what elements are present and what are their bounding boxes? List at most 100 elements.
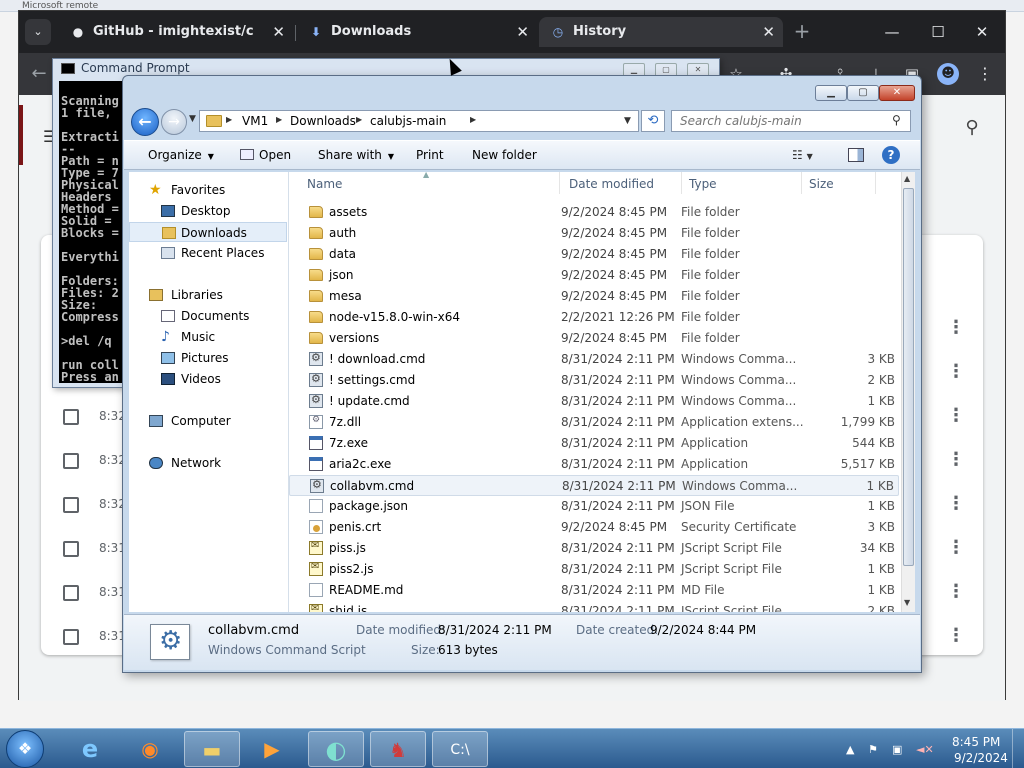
chevron-right-icon[interactable]: ▶ (470, 115, 476, 124)
scroll-up-icon[interactable]: ▲ (904, 174, 910, 183)
minimize-icon[interactable]: — (869, 17, 915, 47)
nav-desktop[interactable]: Desktop (129, 201, 287, 221)
file-row[interactable]: 7z.exe 8/31/2024 2:11 PM Application 544 KB (289, 433, 899, 454)
file-row[interactable]: collabvm.cmd 8/31/2024 2:11 PM Windows Com… (289, 475, 899, 496)
chevron-right-icon[interactable]: ▶ (276, 115, 282, 124)
file-row[interactable]: mesa 9/2/2024 8:45 PM File folder (289, 286, 899, 307)
row-checkbox[interactable] (63, 585, 79, 601)
column-divider[interactable] (801, 172, 802, 194)
minimize-icon[interactable]: ▁ (815, 85, 847, 101)
file-row[interactable]: shid.js 8/31/2024 2:11 PM JScript Script F… (289, 601, 899, 612)
breadcrumb-vm1[interactable]: VM1 (242, 114, 268, 128)
more-icon[interactable]: ⋮ (947, 405, 965, 426)
row-checkbox[interactable] (63, 409, 79, 425)
organize-button[interactable]: Organize ▼ (148, 148, 214, 162)
vertical-scrollbar[interactable]: ▲ ▼ (901, 172, 915, 612)
nav-recent-places[interactable]: Recent Places (129, 243, 287, 263)
share-with-button[interactable]: Share with ▼ (318, 148, 394, 162)
firefox-icon[interactable]: ◉ (122, 731, 178, 767)
back-arrow-icon[interactable]: ← (27, 63, 51, 87)
explorer-folder-icon[interactable]: ▬ (184, 731, 240, 767)
java-app-icon[interactable]: ♞ (370, 731, 426, 767)
file-row[interactable]: aria2c.exe 8/31/2024 2:11 PM Application 5,… (289, 454, 899, 475)
refresh-icon[interactable]: ⟲ (641, 110, 665, 132)
start-orb-icon[interactable]: ❖ (6, 730, 44, 768)
more-icon[interactable]: ⋮ (947, 317, 965, 338)
column-date-modified[interactable]: Date modified (569, 177, 654, 191)
file-row[interactable]: ! download.cmd 8/31/2024 2:11 PM Windows C… (289, 349, 899, 370)
more-icon[interactable]: ⋮ (947, 493, 965, 514)
clock-date[interactable]: 9/2/2024 (954, 751, 1008, 765)
breadcrumb-downloads[interactable]: Downloads (290, 114, 356, 128)
file-row[interactable]: package.json 8/31/2024 2:11 PM JSON File 1 … (289, 496, 899, 517)
forward-arrow-icon[interactable]: → (161, 109, 187, 135)
file-row[interactable]: ! update.cmd 8/31/2024 2:11 PM Windows Com… (289, 391, 899, 412)
file-row[interactable]: 7z.dll 8/31/2024 2:11 PM Application exten… (289, 412, 899, 433)
more-menu-icon[interactable]: ⋮ (977, 63, 993, 85)
close-icon[interactable]: ✕ (959, 17, 1005, 47)
tab-close-icon[interactable]: ✕ (762, 17, 775, 47)
tab-downloads[interactable]: ⬇ Downloads ✕ (297, 17, 537, 47)
recent-pages-chevron-icon[interactable]: ▼ (189, 114, 196, 124)
tab-github[interactable]: ● GitHub - imightexist/calubjs: t ✕ (59, 17, 293, 47)
file-row[interactable]: ! settings.cmd 8/31/2024 2:11 PM Windows C… (289, 370, 899, 391)
search-box[interactable]: ⚲ (671, 110, 911, 132)
close-icon[interactable]: ✕ (879, 85, 915, 101)
nav-downloads[interactable]: Downloads (129, 222, 287, 242)
volume-muted-icon[interactable]: ◄✕ (916, 743, 934, 756)
preview-pane-icon[interactable] (848, 148, 864, 162)
more-icon[interactable]: ⋮ (947, 581, 965, 602)
search-icon[interactable]: ⚲ (961, 117, 983, 139)
chevron-down-icon[interactable]: ▼ (624, 116, 631, 126)
back-arrow-icon[interactable]: ← (131, 108, 159, 136)
file-row[interactable]: data 9/2/2024 8:45 PM File folder (289, 244, 899, 265)
more-icon[interactable]: ⋮ (947, 361, 965, 382)
chevron-right-icon[interactable]: ▶ (356, 115, 362, 124)
file-row[interactable]: node-v15.8.0-win-x64 2/2/2021 12:26 PM Fil… (289, 307, 899, 328)
maximize-icon[interactable]: ▢ (847, 85, 879, 101)
chevron-right-icon[interactable]: ▶ (226, 115, 232, 124)
row-checkbox[interactable] (63, 629, 79, 645)
clock-time[interactable]: 8:45 PM (952, 735, 1000, 749)
nav-pictures[interactable]: Pictures (129, 348, 287, 368)
profile-avatar[interactable]: ☻ (937, 63, 959, 85)
app-icon[interactable]: ◐ (308, 731, 364, 767)
address-bar[interactable]: ▶ VM1 ▶ Downloads ▶ calubjs-main ▶ ▼ (199, 110, 639, 132)
new-tab-button[interactable]: + (789, 19, 815, 45)
nav-favorites[interactable]: ★ Favorites (129, 180, 287, 200)
nav-documents[interactable]: Documents (129, 306, 287, 326)
file-row[interactable]: piss2.js 8/31/2024 2:11 PM JScript Script … (289, 559, 899, 580)
nav-network[interactable]: Network (129, 453, 287, 473)
tab-search-button[interactable]: ⌄ (25, 19, 51, 45)
column-divider[interactable] (875, 172, 876, 194)
tab-close-icon[interactable]: ✕ (516, 17, 529, 47)
row-checkbox[interactable] (63, 497, 79, 513)
show-desktop-button[interactable] (1012, 729, 1024, 768)
tab-history[interactable]: ◷ History ✕ (539, 17, 783, 47)
maximize-icon[interactable]: ☐ (915, 17, 961, 47)
file-row[interactable]: piss.js 8/31/2024 2:11 PM JScript Script F… (289, 538, 899, 559)
media-player-icon[interactable]: ▶ (244, 731, 300, 767)
file-row[interactable]: README.md 8/31/2024 2:11 PM MD File 1 KB (289, 580, 899, 601)
breadcrumb-calubjs-main[interactable]: calubjs-main (370, 114, 446, 128)
internet-explorer-icon[interactable]: e (62, 731, 118, 767)
action-center-flag-icon[interactable]: ⚑ (868, 743, 878, 756)
command-prompt-icon[interactable]: C:\ (432, 731, 488, 767)
tab-close-icon[interactable]: ✕ (272, 17, 285, 47)
file-row[interactable]: auth 9/2/2024 8:45 PM File folder (289, 223, 899, 244)
file-row[interactable]: penis.crt 9/2/2024 8:45 PM Security Certif… (289, 517, 899, 538)
column-divider[interactable] (681, 172, 682, 194)
nav-videos[interactable]: Videos (129, 369, 287, 389)
scrollbar-thumb[interactable] (903, 188, 914, 566)
change-view-icon[interactable]: ☷ ▼ (792, 148, 813, 162)
file-row[interactable]: versions 9/2/2024 8:45 PM File folder (289, 328, 899, 349)
show-hidden-icons-chevron-icon[interactable]: ▲ (846, 743, 854, 756)
print-button[interactable]: Print (416, 148, 444, 162)
column-size[interactable]: Size (809, 177, 834, 191)
search-input[interactable] (672, 111, 886, 131)
nav-music[interactable]: ♪ Music (129, 327, 287, 347)
file-row[interactable]: json 9/2/2024 8:45 PM File folder (289, 265, 899, 286)
file-row[interactable]: assets 9/2/2024 8:45 PM File folder (289, 202, 899, 223)
new-folder-button[interactable]: New folder (472, 148, 537, 162)
scroll-down-icon[interactable]: ▼ (904, 598, 910, 607)
